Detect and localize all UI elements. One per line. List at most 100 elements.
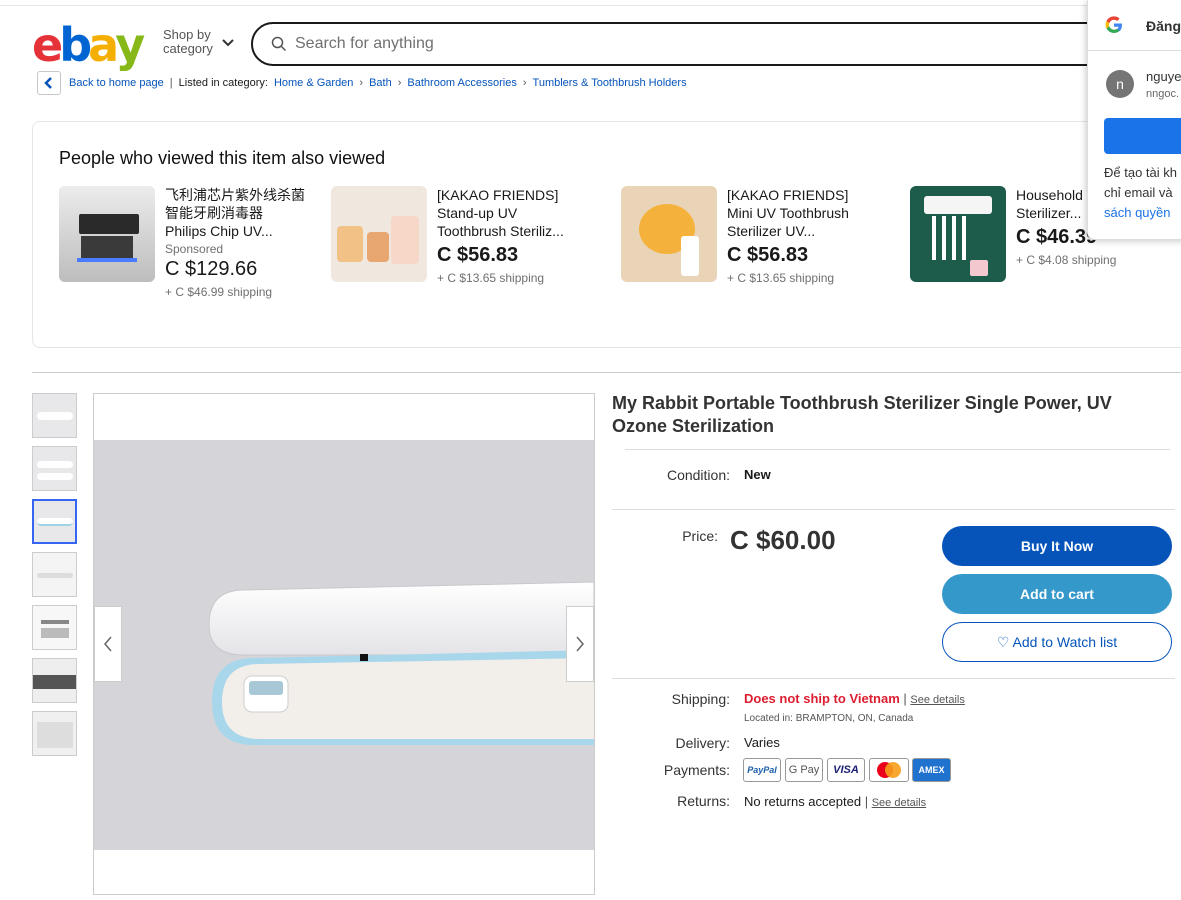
- chevron-right-icon: [576, 636, 584, 652]
- info-line: chỉ email và: [1104, 185, 1173, 200]
- payments-label: Payments:: [663, 762, 730, 778]
- google-popup-title: Đăng n: [1146, 18, 1181, 34]
- separator: |: [169, 77, 173, 89]
- also-viewed-card[interactable]: 飞利浦芯片紫外线杀菌智能牙刷消毒器 Philips Chip UV... Spo…: [59, 186, 305, 299]
- delivery-value: Varies: [744, 735, 780, 750]
- mastercard-circles: [877, 762, 901, 778]
- chevron-left-icon: [104, 636, 112, 652]
- no-ship-text: Does not ship to Vietnam: [744, 691, 900, 706]
- card-price: C $129.66: [165, 258, 258, 280]
- product-title: My Rabbit Portable Toothbrush Sterilizer…: [612, 393, 1112, 436]
- chevron-right-icon: ›: [397, 77, 402, 89]
- shop-by-label: Shop by: [163, 27, 211, 42]
- delivery-label: Delivery:: [675, 735, 730, 751]
- condition-value: New: [744, 467, 771, 482]
- visa-icon: VISA: [827, 758, 865, 782]
- chevron-right-icon: ›: [359, 77, 364, 89]
- shipping-see-details-link[interactable]: See details: [910, 694, 964, 706]
- chevron-down-icon: [222, 39, 234, 47]
- google-popup-info: Để tạo tài kh chỉ email và sách quyền: [1104, 163, 1181, 223]
- mastercard-icon: [869, 758, 909, 782]
- divider: [1088, 50, 1181, 51]
- returns-value: No returns accepted | See details: [744, 794, 926, 809]
- avatar[interactable]: n: [1106, 70, 1134, 98]
- card-shipping: + C $13.65 shipping: [727, 271, 835, 285]
- price-value: C $60.00: [730, 525, 836, 555]
- card-shipping: + C $13.65 shipping: [437, 271, 545, 285]
- separator: |: [864, 794, 872, 809]
- sponsored-label: Sponsored: [165, 242, 224, 256]
- card-shipping: + C $46.99 shipping: [165, 285, 273, 299]
- shipping-value: Does not ship to Vietnam | See details: [744, 691, 965, 706]
- search-input[interactable]: [295, 35, 995, 53]
- chevron-left-icon: [44, 77, 52, 89]
- next-image-button[interactable]: [566, 606, 594, 682]
- gallery-thumbnail[interactable]: [32, 393, 77, 438]
- google-pay-icon: G Pay: [785, 758, 823, 782]
- paypal-icon: PayPal: [743, 758, 781, 782]
- listed-label: Listed in category:: [178, 77, 268, 89]
- chevron-right-icon: ›: [522, 77, 527, 89]
- also-viewed-heading: People who viewed this item also viewed: [59, 148, 386, 168]
- section-divider: [32, 372, 1181, 373]
- gallery-thumbnail[interactable]: [32, 446, 77, 491]
- thumbnail-strip: [32, 393, 77, 764]
- condition-label: Condition:: [666, 467, 730, 483]
- back-home-link[interactable]: Back to home page: [69, 77, 164, 89]
- card-title[interactable]: [KAKAO FRIENDS] Mini UV Toothbrush Steri…: [727, 186, 867, 240]
- info-line: Để tạo tài kh: [1104, 165, 1177, 180]
- product-photo: [94, 440, 594, 850]
- card-price: C $56.83: [727, 244, 809, 266]
- returns-text: No returns accepted: [744, 794, 862, 809]
- gallery-thumbnail[interactable]: [32, 658, 77, 703]
- account-email: nngoc.: [1146, 88, 1180, 100]
- gallery-thumbnail[interactable]: [32, 605, 77, 650]
- breadcrumb-bath[interactable]: Bath: [369, 77, 392, 89]
- add-to-cart-button[interactable]: Add to cart: [942, 574, 1172, 614]
- breadcrumb-home-garden[interactable]: Home & Garden: [274, 77, 353, 89]
- google-icon: [1105, 16, 1122, 33]
- amex-icon: AMEX: [912, 758, 951, 782]
- privacy-link[interactable]: sách quyền: [1104, 203, 1181, 223]
- gallery-thumbnail[interactable]: [32, 711, 77, 756]
- breadcrumb-tumblers[interactable]: Tumblers & Toothbrush Holders: [533, 77, 687, 89]
- returns-label: Returns:: [677, 793, 730, 809]
- add-to-watchlist-button[interactable]: ♡ Add to Watch list: [942, 622, 1172, 662]
- card-shipping: + C $4.08 shipping: [1016, 253, 1117, 267]
- gallery-thumbnail[interactable]: [32, 552, 77, 597]
- search-icon: [271, 36, 287, 52]
- divider: [612, 678, 1175, 679]
- logo-letter-e: e: [32, 18, 63, 72]
- category-label: category: [163, 41, 213, 56]
- returns-see-details-link[interactable]: See details: [872, 797, 926, 809]
- product-thumbnail[interactable]: [621, 186, 717, 282]
- back-button[interactable]: [37, 71, 61, 95]
- price-label: Price:: [682, 528, 718, 544]
- also-viewed-card[interactable]: [KAKAO FRIENDS] Mini UV Toothbrush Steri…: [621, 186, 867, 285]
- card-price: C $56.83: [437, 244, 519, 266]
- main-product-image[interactable]: [93, 393, 595, 895]
- buy-it-now-button[interactable]: Buy It Now: [942, 526, 1172, 566]
- also-viewed-card[interactable]: [KAKAO FRIENDS] Stand-up UV Toothbrush S…: [331, 186, 577, 285]
- product-thumbnail[interactable]: [59, 186, 155, 282]
- divider: [612, 509, 1175, 510]
- also-viewed-section: People who viewed this item also viewed …: [32, 121, 1181, 348]
- shop-by-category-button[interactable]: Shop by category: [163, 27, 234, 56]
- product-thumbnail[interactable]: [331, 186, 427, 282]
- breadcrumb: Back to home page | Listed in category: …: [37, 71, 687, 95]
- divider: [625, 449, 1170, 450]
- breadcrumb-bathroom-accessories[interactable]: Bathroom Accessories: [407, 77, 516, 89]
- logo-letter-y: y: [115, 18, 145, 72]
- card-title[interactable]: 飞利浦芯片紫外线杀菌智能牙刷消毒器 Philips Chip UV...: [165, 186, 305, 240]
- prev-image-button[interactable]: [94, 606, 122, 682]
- shipping-label: Shipping:: [671, 691, 730, 707]
- google-signin-popup: Đăng n n nguye nngoc. Để tạo tài kh chỉ …: [1087, 0, 1181, 240]
- account-name[interactable]: nguye: [1146, 69, 1181, 84]
- logo-letter-b: b: [59, 18, 92, 72]
- card-title[interactable]: [KAKAO FRIENDS] Stand-up UV Toothbrush S…: [437, 186, 577, 240]
- ebay-logo[interactable]: e b a y: [32, 18, 145, 72]
- continue-button[interactable]: [1104, 118, 1181, 154]
- search-bar[interactable]: [251, 22, 1091, 66]
- product-thumbnail[interactable]: [910, 186, 1006, 282]
- gallery-thumbnail-selected[interactable]: [32, 499, 77, 544]
